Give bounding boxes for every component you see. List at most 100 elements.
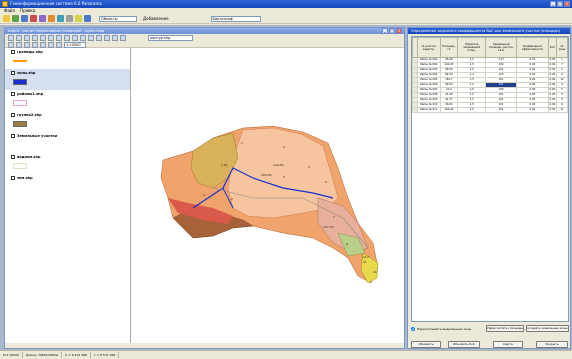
line-icon[interactable] bbox=[96, 35, 102, 41]
save-icon[interactable] bbox=[21, 15, 28, 22]
delete-icon[interactable] bbox=[56, 35, 62, 41]
info-icon[interactable] bbox=[84, 15, 91, 22]
zoom-out-icon[interactable] bbox=[16, 35, 22, 41]
map-status-bar bbox=[5, 343, 404, 348]
snap-icon[interactable] bbox=[80, 35, 86, 41]
refresh-button[interactable]: Обновить bbox=[411, 341, 441, 348]
data-grid[interactable]: № участка кадастр. Площадь, га Норматив за… bbox=[411, 36, 569, 322]
table-cell[interactable]: Район № 006 bbox=[417, 82, 441, 88]
layer-row: районы1.shp bbox=[11, 90, 130, 97]
recalc-area-button[interactable]: Пересчитать площадь bbox=[486, 325, 524, 332]
table-cell[interactable]: 0,00 bbox=[547, 62, 558, 68]
layer-item[interactable]: границы.shp bbox=[5, 48, 130, 69]
column-header[interactable]: Предельная площадь участка, кв.м bbox=[485, 37, 518, 58]
table-cell[interactable]: Район № 002 bbox=[417, 62, 441, 68]
table-cell[interactable]: 0,00 bbox=[547, 92, 558, 98]
column-header[interactable]: КоС bbox=[547, 37, 558, 58]
new-icon[interactable] bbox=[3, 15, 10, 22]
select-icon[interactable] bbox=[48, 15, 55, 22]
measure-icon[interactable] bbox=[57, 15, 64, 22]
table-cell[interactable]: Район № 008 bbox=[417, 92, 441, 98]
table-cell[interactable]: 0,00 bbox=[547, 72, 558, 78]
layer-item[interactable]: районы1.shp bbox=[5, 90, 130, 111]
layer-item[interactable]: водоем.shp bbox=[5, 153, 130, 174]
map-button[interactable]: Карта bbox=[493, 341, 523, 348]
table-cell[interactable]: 0,00 bbox=[547, 77, 558, 83]
table-cell[interactable]: Район № 003 bbox=[417, 67, 441, 73]
select-feature-icon[interactable] bbox=[40, 35, 46, 41]
table-cell[interactable]: 0,00 bbox=[547, 87, 558, 93]
layer-visibility-checkbox[interactable] bbox=[11, 91, 15, 96]
table-cell[interactable]: 164,00 bbox=[439, 107, 459, 113]
layer-swatch bbox=[13, 60, 27, 62]
table-cell[interactable]: 101 bbox=[485, 107, 518, 113]
close-table-button[interactable]: Закрыть bbox=[536, 341, 568, 348]
file-combo[interactable]: контур.shp bbox=[148, 35, 193, 41]
map-canvas[interactable]: 1.01 1 244,59 3 2 4 5 6 7 9 11 10 200,00 3 127,76 117 bbox=[133, 48, 404, 348]
table-cell[interactable]: Район № 011 bbox=[417, 107, 441, 113]
edit-icon[interactable] bbox=[48, 35, 54, 41]
view-combo[interactable]: Картограф bbox=[210, 15, 261, 22]
layer-visibility-checkbox[interactable] bbox=[11, 175, 15, 180]
layer-row: зем.shp bbox=[11, 174, 130, 181]
layer-name: зем.shp bbox=[17, 175, 33, 180]
layer-item[interactable]: Земельные участки bbox=[5, 132, 130, 153]
recalc-selected-checkbox[interactable] bbox=[411, 327, 415, 331]
layer-visibility-checkbox[interactable] bbox=[11, 70, 15, 75]
layer-visibility-checkbox[interactable] bbox=[11, 154, 15, 159]
table-cell[interactable]: 1,5 bbox=[457, 107, 487, 113]
layer-visibility-checkbox[interactable] bbox=[11, 112, 15, 117]
table-row[interactable]: Район № 011 164,00 1,5 101 0,00 0,00 11 bbox=[412, 107, 568, 113]
layer-visibility-checkbox[interactable] bbox=[11, 133, 15, 138]
table-cell[interactable]: 0,00 bbox=[547, 107, 558, 113]
table-cell[interactable]: 0,00 bbox=[547, 97, 558, 103]
column-header[interactable]: № участка кадастр. bbox=[417, 37, 441, 58]
column-header[interactable]: Норматив занимаемой площ. bbox=[457, 37, 487, 58]
maximize-button[interactable]: □ bbox=[557, 1, 563, 7]
identify-icon[interactable] bbox=[32, 35, 38, 41]
table-cell[interactable]: Район № 001 bbox=[417, 57, 441, 63]
vertex-icon[interactable] bbox=[88, 35, 94, 41]
close-button[interactable]: × bbox=[564, 1, 570, 7]
table-icon[interactable] bbox=[120, 35, 126, 41]
map-label: 3 bbox=[283, 175, 285, 179]
help-icon[interactable] bbox=[75, 15, 82, 22]
layer-item[interactable]: зоны.shp bbox=[5, 69, 130, 90]
layers-icon[interactable] bbox=[39, 15, 46, 22]
map-label: 200,00 bbox=[261, 173, 272, 177]
layer-swatch bbox=[13, 79, 27, 85]
update-koc-button[interactable]: Обновить КоС bbox=[448, 341, 480, 348]
create-zones-button[interactable]: Создать земельные зоны bbox=[526, 325, 569, 332]
layer-visibility-checkbox[interactable] bbox=[11, 49, 15, 54]
table-cell[interactable]: Район № 009 bbox=[417, 97, 441, 103]
table-cell[interactable]: 0,00 bbox=[547, 57, 558, 63]
table-cell[interactable]: 11 bbox=[556, 107, 568, 113]
table-cell[interactable]: Район № 005 bbox=[417, 77, 441, 83]
table-cell[interactable]: 0,00 bbox=[547, 82, 558, 88]
layer-item[interactable]: группа2.shp bbox=[5, 111, 130, 132]
settings-icon[interactable] bbox=[66, 15, 73, 22]
layer-combo[interactable]: Объекты bbox=[99, 15, 137, 22]
map-label: 11 bbox=[363, 260, 367, 264]
redo-icon[interactable] bbox=[72, 35, 78, 41]
zoom-in-icon[interactable] bbox=[8, 35, 14, 41]
table-cell[interactable]: 0,00 bbox=[547, 67, 558, 73]
column-header[interactable]: Площадь, га bbox=[439, 37, 459, 58]
layer-item[interactable]: зем.shp bbox=[5, 174, 130, 195]
open-icon[interactable] bbox=[12, 15, 19, 22]
app-title-bar: Геоинформационная система 6.0 Panorama _… bbox=[0, 0, 572, 8]
undo-icon[interactable] bbox=[64, 35, 70, 41]
print-icon[interactable] bbox=[30, 15, 37, 22]
table-cell[interactable]: 0,00 bbox=[516, 107, 549, 113]
column-header[interactable]: № зоны bbox=[556, 37, 568, 58]
layer-legend: границы.shp зоны.shp районы1.shp группа2.sh… bbox=[5, 48, 131, 348]
table-cell[interactable]: 0,00 bbox=[547, 102, 558, 108]
minimize-button[interactable]: _ bbox=[550, 1, 556, 7]
table-cell[interactable]: Район № 010 bbox=[417, 102, 441, 108]
polygon-icon[interactable] bbox=[104, 35, 110, 41]
column-header[interactable]: Коэффициент эффективности bbox=[516, 37, 549, 58]
table-cell[interactable]: Район № 007 bbox=[417, 87, 441, 93]
table-cell[interactable]: Район № 004 bbox=[417, 72, 441, 78]
pan-icon[interactable] bbox=[24, 35, 30, 41]
label-icon[interactable] bbox=[112, 35, 118, 41]
